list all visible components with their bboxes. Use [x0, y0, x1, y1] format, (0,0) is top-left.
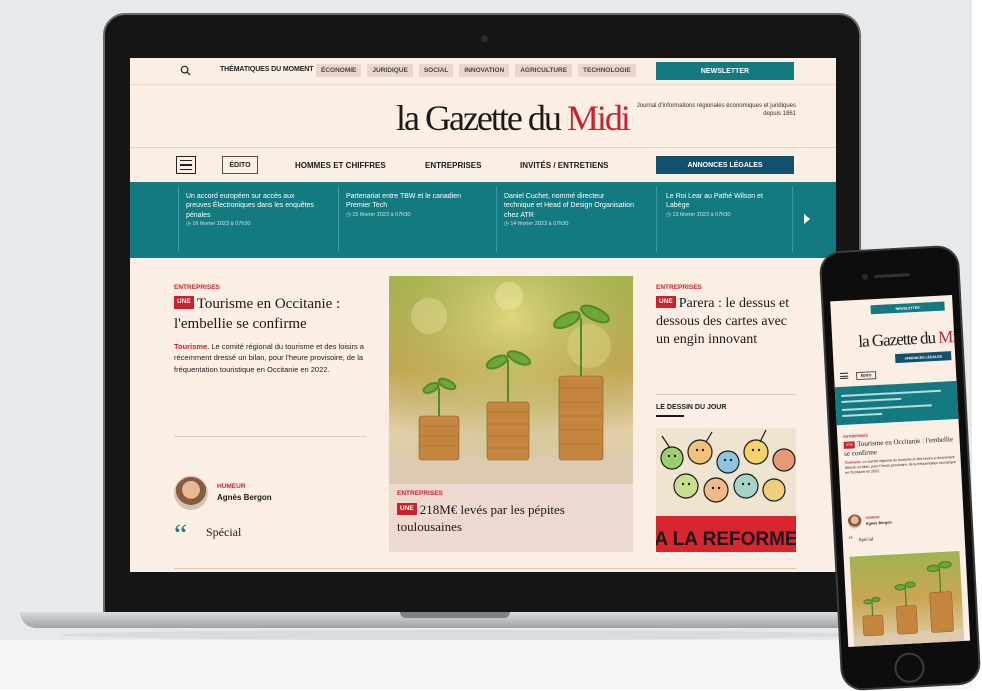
phone-coins-plants-image	[849, 551, 965, 647]
tag-agriculture[interactable]: AGRICULTURE	[515, 64, 573, 77]
ticker-item[interactable]: Le Roi Lear au Pathé Wilson et Labège ◷ …	[666, 192, 786, 219]
ticker-separator	[496, 186, 497, 252]
tag-economie[interactable]: ÉCONOMIE	[316, 64, 362, 77]
nav-item-hommes-et-chiffres[interactable]: HOMMES ET CHIFFRES	[295, 161, 386, 170]
phone-quote-icon: “	[848, 534, 854, 546]
phone-camera	[861, 273, 869, 280]
ticker-title: Partenariat entre TBW et le canadien Pre…	[346, 193, 462, 210]
search-icon[interactable]	[180, 65, 191, 76]
phone-logo-main: la Gazette du	[857, 327, 939, 351]
phone-une-badge: UNE	[843, 441, 856, 449]
site-tagline: Journal d'informations régionales économ…	[636, 103, 796, 118]
une-badge: UNE	[397, 502, 417, 516]
une-badge: UNE	[656, 295, 676, 308]
article-section: ENTREPRISES	[656, 284, 702, 291]
ticker-title: Daniel Cuchet, nommé directeur technique…	[504, 193, 634, 219]
ticker-line	[841, 389, 942, 397]
phone-news-ticker	[834, 380, 959, 426]
phone-article-summary: Tourisme. Le comité régional du tourisme…	[844, 455, 957, 476]
phone-annonces-button[interactable]: ANNONCES LÉGALES	[895, 351, 952, 364]
article-section: ENTREPRISES	[397, 490, 443, 497]
tag-innovation[interactable]: INNOVATION	[459, 64, 510, 77]
ticker-separator	[656, 186, 657, 252]
une-badge: UNE	[174, 296, 194, 309]
news-ticker: Un accord européen sur accès aux preuves…	[130, 182, 836, 258]
ticker-separator	[792, 186, 793, 252]
side-article[interactable]: ENTREPRISES UNE Parera : le dessus et des…	[656, 284, 796, 350]
ticker-line	[841, 397, 902, 403]
article-section: ENTREPRISES	[174, 284, 220, 291]
ticker-line	[842, 412, 883, 417]
topic-tags: ÉCONOMIE JURIDIQUE SOCIAL INNOVATION AGR…	[316, 64, 648, 77]
ticker-item[interactable]: Daniel Cuchet, nommé directeur technique…	[504, 192, 634, 229]
laptop-notch	[400, 612, 510, 618]
site-logo[interactable]: la Gazette du Midi	[396, 97, 631, 139]
divider	[656, 394, 796, 395]
author-name: Agnès Bergon	[217, 493, 272, 502]
lead-article[interactable]: ENTREPRISES UNE Tourisme en Occitanie : l…	[174, 284, 368, 375]
cartoon-image[interactable]: A LA REFORME	[656, 428, 796, 552]
laptop-shadow	[60, 630, 860, 640]
ticker-date: ◷ 13 février 2023 à 07h30	[666, 211, 731, 218]
newsletter-button[interactable]: NEWSLETTER	[656, 62, 794, 80]
home-button[interactable]	[893, 652, 926, 684]
phone-logo[interactable]: la Gazette du Midi	[858, 326, 968, 352]
ticker-title: Un accord européen sur accès aux preuves…	[186, 193, 315, 219]
quote-icon: “	[174, 518, 188, 551]
article-summary: Tourisme. Le comité régional du tourisme…	[174, 342, 364, 374]
ticker-separator	[338, 186, 339, 252]
coins-plants-image	[389, 276, 633, 484]
background-floor	[0, 640, 972, 689]
phone-newsletter-button[interactable]: NEWSLETTER	[870, 301, 945, 315]
label-underline	[656, 415, 684, 417]
tag-technologie[interactable]: TECHNOLOGIE	[578, 64, 636, 77]
ticker-item[interactable]: Partenariat entre TBW et le canadien Pre…	[346, 192, 476, 219]
main-nav: ÉDITO HOMMES ET CHIFFRES ENTREPRISES INV…	[130, 148, 836, 182]
phone-screen: NEWSLETTER la Gazette du Midi ANNONCES L…	[830, 295, 971, 647]
topics-label: THÉMATIQUES DU MOMENT	[220, 66, 314, 73]
article-headline[interactable]: UNE Tourisme en Occitanie : l'embellie se…	[174, 295, 368, 334]
ticker-item[interactable]: Un accord européen sur accès aux preuves…	[186, 192, 316, 229]
logo-accent: Midi	[566, 98, 631, 138]
phone-menu-icon[interactable]	[839, 372, 849, 381]
ticker-date: ◷ 16 février 2023 à 07h30	[186, 221, 251, 228]
cartoon-banner: A LA REFORME	[656, 529, 796, 550]
logo-main: la Gazette du	[396, 98, 567, 138]
ticker-title: Le Roi Lear au Pathé Wilson et Labège	[666, 193, 763, 210]
top-bar: THÉMATIQUES DU MOMENT ÉCONOMIE JURIDIQUE…	[130, 58, 836, 84]
phone-humeur-quote: Spécial	[858, 537, 874, 544]
nav-item-invites-entretiens[interactable]: INVITÉS / ENTRETIENS	[520, 161, 608, 170]
tag-juridique[interactable]: JURIDIQUE	[367, 64, 413, 77]
phone-author-avatar	[847, 514, 863, 529]
author-avatar	[174, 476, 208, 510]
phone-article-section: ENTREPRISES	[843, 433, 869, 439]
feature-article[interactable]: ENTREPRISES UNE 218M€ levés par les pépit…	[389, 276, 633, 552]
phone-edito-button[interactable]: ÉDITO	[855, 371, 877, 381]
nav-item-entreprises[interactable]: ENTREPRISES	[425, 161, 481, 170]
webcam	[481, 35, 488, 42]
edito-button[interactable]: ÉDITO	[222, 156, 258, 174]
annonces-legales-button[interactable]: ANNONCES LÉGALES	[656, 156, 794, 174]
humeur-label: HUMEUR	[217, 483, 246, 490]
masthead: la Gazette du Midi Journal d'information…	[130, 84, 836, 148]
article-headline[interactable]: UNE Parera : le dessus et dessous des car…	[656, 295, 796, 350]
humeur-quote: Spécial	[206, 525, 242, 539]
ticker-next-icon[interactable]	[804, 214, 810, 224]
divider	[174, 436, 366, 437]
smartphone: NEWSLETTER la Gazette du Midi ANNONCES L…	[818, 244, 982, 691]
feature-headline[interactable]: UNE 218M€ levés par les pépites toulousai…	[397, 502, 625, 536]
ticker-date: ◷ 14 février 2023 à 07h30	[504, 221, 569, 228]
phone-speaker	[873, 273, 910, 279]
ticker-separator	[178, 186, 179, 252]
ticker-date: ◷ 15 février 2023 à 07h30	[346, 211, 411, 218]
ticker-line	[841, 404, 932, 411]
dessin-du-jour-label: LE DESSIN DU JOUR	[656, 404, 727, 411]
menu-icon[interactable]	[176, 156, 196, 174]
divider	[174, 568, 796, 569]
laptop-screen: THÉMATIQUES DU MOMENT ÉCONOMIE JURIDIQUE…	[130, 58, 836, 572]
phone-author-name: Agnès Bergon	[865, 520, 892, 526]
phone-humeur-label: HUMEUR	[865, 515, 880, 520]
tag-social[interactable]: SOCIAL	[418, 64, 454, 77]
